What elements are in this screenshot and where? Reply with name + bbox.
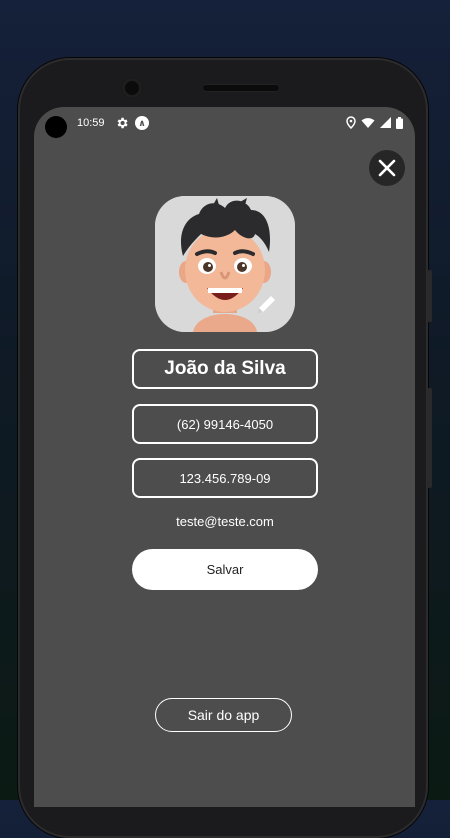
status-icons bbox=[346, 116, 403, 129]
email-text: teste@teste.com bbox=[176, 514, 274, 529]
battery-icon bbox=[396, 116, 403, 129]
cpf-field[interactable]: 123.456.789-09 bbox=[132, 458, 318, 498]
status-time: 10:59 bbox=[77, 117, 105, 129]
logout-button[interactable]: Sair do app bbox=[155, 698, 292, 732]
close-button[interactable] bbox=[369, 150, 405, 186]
save-button[interactable]: Salvar bbox=[132, 549, 318, 590]
front-camera bbox=[122, 78, 142, 98]
app-screen: 10:59 ∧ João da Silva (62) 99146-4050 12… bbox=[34, 107, 415, 807]
name-field[interactable]: João da Silva bbox=[132, 349, 318, 389]
close-icon bbox=[378, 159, 396, 177]
phone-field[interactable]: (62) 99146-4050 bbox=[132, 404, 318, 444]
power-button bbox=[427, 270, 432, 322]
location-icon bbox=[346, 116, 356, 129]
accessibility-a-icon: ∧ bbox=[135, 116, 149, 130]
edit-pencil-icon[interactable] bbox=[252, 291, 280, 319]
wifi-icon bbox=[361, 117, 375, 128]
earpiece-speaker bbox=[202, 84, 280, 92]
signal-icon bbox=[380, 117, 391, 128]
volume-button bbox=[427, 388, 432, 488]
camera-punch-hole bbox=[45, 116, 67, 138]
settings-icon bbox=[117, 117, 128, 129]
